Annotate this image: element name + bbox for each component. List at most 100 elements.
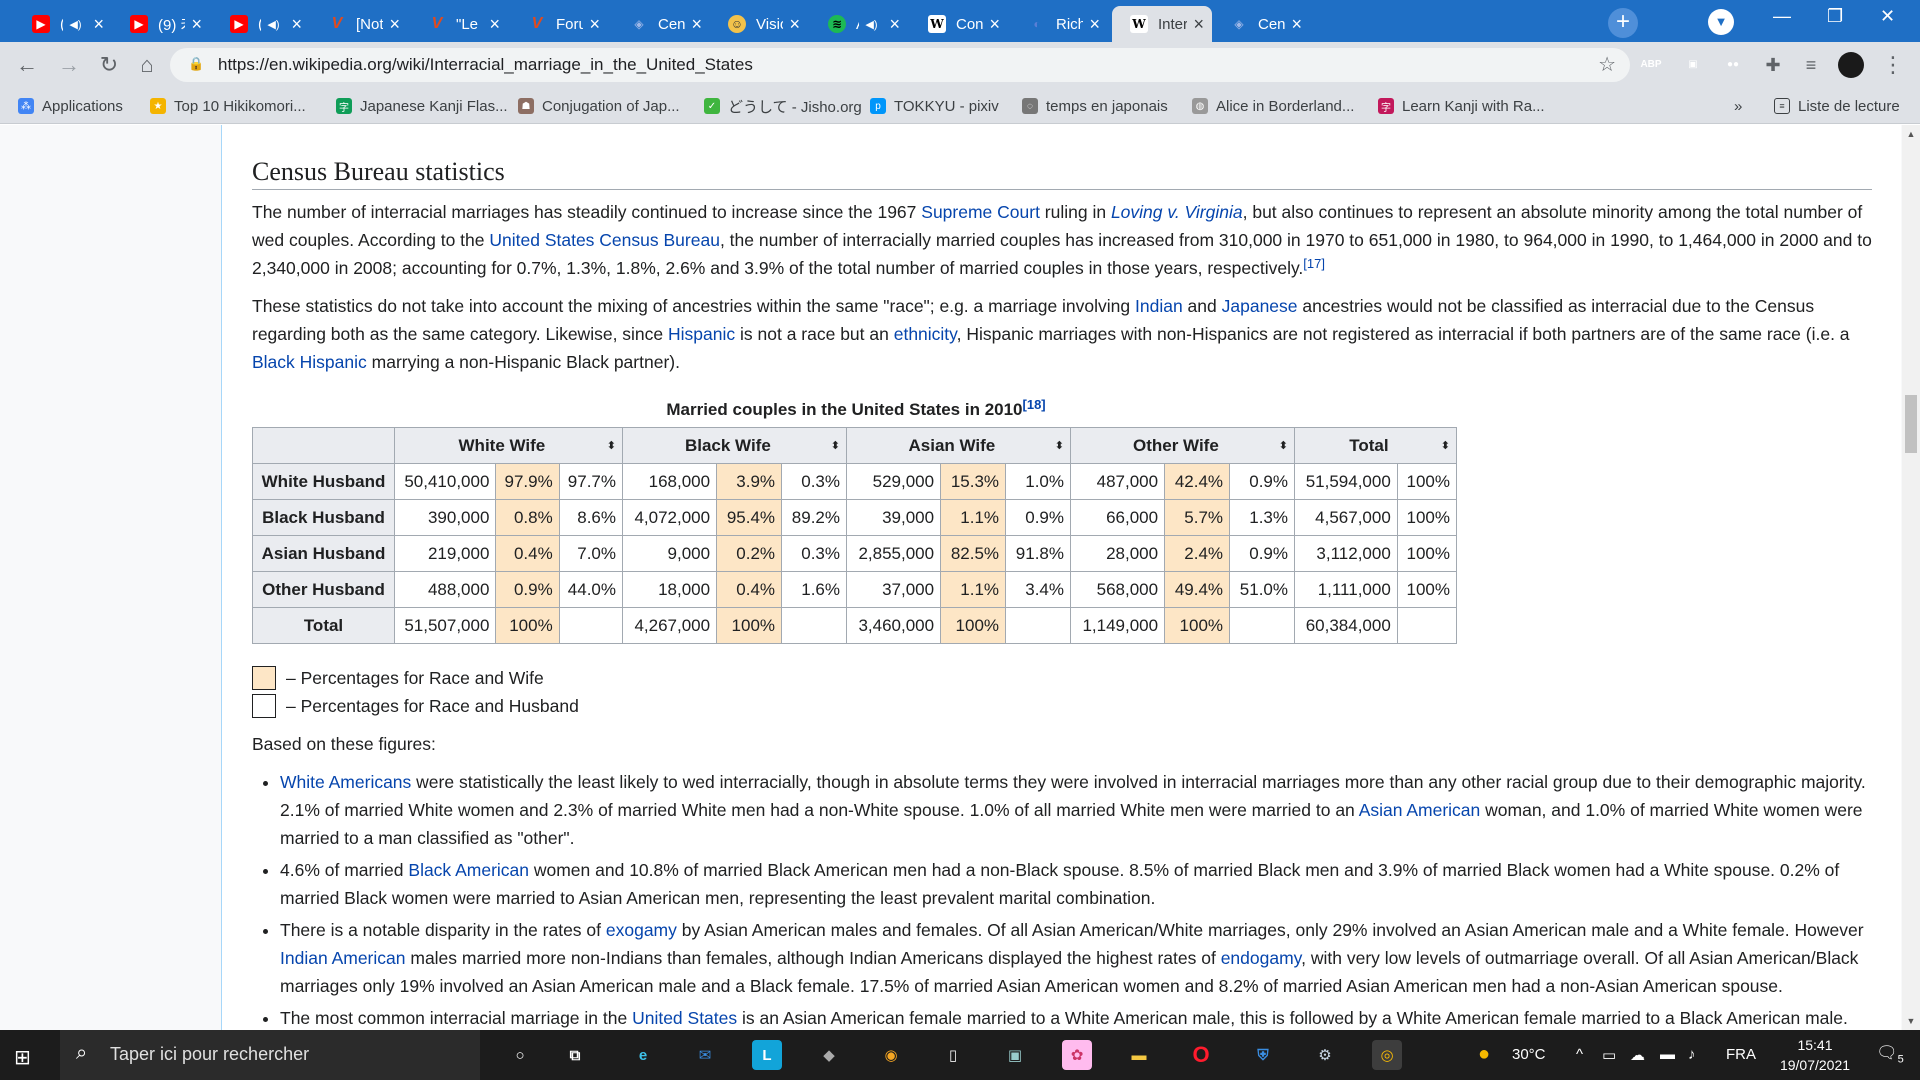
tab[interactable]: ◈ Censu × bbox=[612, 6, 710, 42]
url-text[interactable]: https://en.wikipedia.org/wiki/Interracia… bbox=[218, 55, 753, 75]
link-asian-american[interactable]: Asian American bbox=[1359, 800, 1481, 820]
document-icon[interactable]: ▯ bbox=[938, 1040, 968, 1070]
bookmark-item[interactable]: ☗ Conjugation of Jap... bbox=[518, 96, 680, 116]
home-icon[interactable]: ⌂ bbox=[132, 50, 162, 80]
bookmark-item[interactable]: 字 Learn Kanji with Ra... bbox=[1378, 96, 1545, 116]
tab-search-icon[interactable]: ▼ bbox=[1708, 9, 1734, 35]
forward-icon[interactable]: → bbox=[54, 50, 84, 80]
tab[interactable]: ◐ Richar × bbox=[1010, 6, 1108, 42]
link-black-american[interactable]: Black American bbox=[408, 860, 529, 880]
close-tab-icon[interactable]: × bbox=[589, 14, 600, 35]
steam-icon[interactable]: ⚙ bbox=[1310, 1040, 1340, 1070]
bookmark-item[interactable]: ★ Top 10 Hikikomori... bbox=[150, 96, 306, 116]
link-census-bureau[interactable]: United States Census Bureau bbox=[489, 230, 720, 250]
close-tab-icon[interactable]: × bbox=[989, 14, 1000, 35]
bookmark-item[interactable]: ✓ どうして - Jisho.org bbox=[704, 96, 862, 116]
windows-start-icon[interactable]: ⊞ bbox=[14, 1045, 31, 1070]
tab[interactable]: ☺ Vision × bbox=[710, 6, 808, 42]
battery-icon[interactable]: ▬ bbox=[1660, 1046, 1675, 1063]
cloud-icon[interactable]: ☁ bbox=[1630, 1046, 1645, 1064]
extension-red-icon[interactable]: ▣ bbox=[1682, 54, 1704, 76]
close-tab-icon[interactable]: × bbox=[889, 14, 900, 35]
anime-app-icon[interactable]: ✿ bbox=[1062, 1040, 1092, 1070]
header-other-wife[interactable]: Other Wife ⬍ bbox=[1070, 427, 1295, 464]
close-window-icon[interactable]: ✕ bbox=[1880, 6, 1895, 27]
sort-icon[interactable]: ⬍ bbox=[831, 432, 840, 460]
task-view-icon[interactable]: ⧉ bbox=[560, 1040, 590, 1070]
header-black-wife[interactable]: Black Wife ⬍ bbox=[622, 427, 847, 464]
close-tab-icon[interactable]: × bbox=[291, 14, 302, 35]
close-tab-icon[interactable]: × bbox=[191, 14, 202, 35]
close-tab-icon[interactable]: × bbox=[1291, 14, 1302, 35]
close-tab-icon[interactable]: × bbox=[93, 14, 104, 35]
link-black-hispanic[interactable]: Black Hispanic bbox=[252, 352, 367, 372]
tab[interactable]: W Interra × bbox=[1112, 6, 1212, 42]
header-total[interactable]: Total ⬍ bbox=[1294, 427, 1457, 464]
opera-icon[interactable]: O bbox=[1186, 1040, 1216, 1070]
tab[interactable]: ◈ Censu × bbox=[1212, 6, 1310, 42]
tab[interactable]: ▶ (1! ◀) × bbox=[212, 6, 310, 42]
tab[interactable]: ▶ (9) 커 × bbox=[112, 6, 210, 42]
bookmark-item[interactable]: ◍ Alice in Borderland... bbox=[1192, 96, 1354, 116]
adblock-plus-icon[interactable]: ABP bbox=[1640, 54, 1662, 76]
header-white-wife[interactable]: White Wife ⬍ bbox=[394, 427, 623, 464]
close-tab-icon[interactable]: × bbox=[389, 14, 400, 35]
audio-playing-icon[interactable]: ◀) bbox=[267, 18, 279, 31]
link-united-states[interactable]: United States bbox=[632, 1008, 737, 1028]
edge-icon[interactable]: e bbox=[628, 1040, 658, 1070]
sort-icon[interactable]: ⬍ bbox=[1279, 432, 1288, 460]
clock[interactable]: 15:41 19/07/2021 bbox=[1770, 1035, 1860, 1075]
tab[interactable]: ≋ Al ◀) × bbox=[810, 6, 908, 42]
reload-icon[interactable]: ↻ bbox=[94, 50, 124, 80]
vpn-icon[interactable]: ◉ bbox=[876, 1040, 906, 1070]
link-exogamy[interactable]: exogamy bbox=[606, 920, 677, 940]
tray-chevron-icon[interactable]: ^ bbox=[1576, 1046, 1583, 1063]
bookmarks-overflow-button[interactable]: » bbox=[1734, 96, 1742, 116]
chrome-icon[interactable]: ◎ bbox=[1372, 1040, 1402, 1070]
photos-icon[interactable]: ▣ bbox=[1000, 1040, 1030, 1070]
back-icon[interactable]: ← bbox=[12, 50, 42, 80]
language-indicator[interactable]: FRA bbox=[1726, 1046, 1756, 1063]
scroll-up-arrow[interactable]: ▲ bbox=[1902, 129, 1920, 139]
bookmark-item[interactable]: ⁂ Applications bbox=[18, 96, 123, 116]
extension-dark-icon[interactable]: ●● bbox=[1722, 54, 1744, 76]
link-japanese[interactable]: Japanese bbox=[1222, 296, 1298, 316]
close-tab-icon[interactable]: × bbox=[789, 14, 800, 35]
file-explorer-icon[interactable]: ▬ bbox=[1124, 1040, 1154, 1070]
extensions-puzzle-icon[interactable]: ✚ bbox=[1758, 50, 1788, 80]
header-asian-wife[interactable]: Asian Wife ⬍ bbox=[846, 427, 1071, 464]
volume-icon[interactable]: ♪ bbox=[1688, 1046, 1696, 1063]
close-tab-icon[interactable]: × bbox=[1193, 14, 1204, 35]
close-tab-icon[interactable]: × bbox=[1089, 14, 1100, 35]
weather-temp[interactable]: 30°C bbox=[1512, 1046, 1546, 1063]
link-hispanic[interactable]: Hispanic bbox=[668, 324, 735, 344]
audio-playing-icon[interactable]: ◀) bbox=[865, 18, 877, 31]
scrollbar-thumb[interactable] bbox=[1905, 395, 1917, 453]
notifications-icon[interactable]: 🗨5 bbox=[1876, 1043, 1904, 1065]
address-bar[interactable]: 🔒 https://en.wikipedia.org/wiki/Interrac… bbox=[170, 48, 1630, 82]
bookmark-item[interactable]: 字 Japanese Kanji Flas... bbox=[336, 96, 508, 116]
menu-kebab-icon[interactable]: ⋮ bbox=[1878, 50, 1908, 80]
mail-icon[interactable]: ✉ bbox=[690, 1040, 720, 1070]
audio-playing-icon[interactable]: ◀) bbox=[69, 18, 81, 31]
close-tab-icon[interactable]: × bbox=[489, 14, 500, 35]
link-supreme-court[interactable]: Supreme Court bbox=[921, 202, 1040, 222]
new-tab-button[interactable]: + bbox=[1608, 8, 1638, 38]
sort-icon[interactable]: ⬍ bbox=[607, 432, 616, 460]
weather-sun-icon[interactable]: ● bbox=[1478, 1043, 1490, 1066]
bookmark-item[interactable]: p TOKKYU - pixiv bbox=[870, 96, 999, 116]
bookmark-item[interactable]: ◌ temps en japonais bbox=[1022, 96, 1168, 116]
link-indian[interactable]: Indian bbox=[1135, 296, 1183, 316]
reference-17[interactable]: [17] bbox=[1303, 256, 1325, 271]
close-tab-icon[interactable]: × bbox=[691, 14, 702, 35]
link-loving-v-virginia[interactable]: Loving v. Virginia bbox=[1111, 202, 1243, 222]
bookmark-star-icon[interactable]: ☆ bbox=[1598, 52, 1616, 77]
restore-icon[interactable]: ❐ bbox=[1827, 6, 1843, 27]
scroll-down-arrow[interactable]: ▼ bbox=[1902, 1016, 1920, 1026]
reference-18[interactable]: [18] bbox=[1023, 397, 1046, 412]
sort-icon[interactable]: ⬍ bbox=[1055, 432, 1064, 460]
shield-icon[interactable]: ⛨ bbox=[1248, 1040, 1278, 1070]
profile-avatar[interactable] bbox=[1836, 50, 1866, 80]
reading-list-button[interactable]: ≡ Liste de lecture bbox=[1774, 96, 1900, 116]
minimize-icon[interactable]: — bbox=[1773, 6, 1791, 27]
